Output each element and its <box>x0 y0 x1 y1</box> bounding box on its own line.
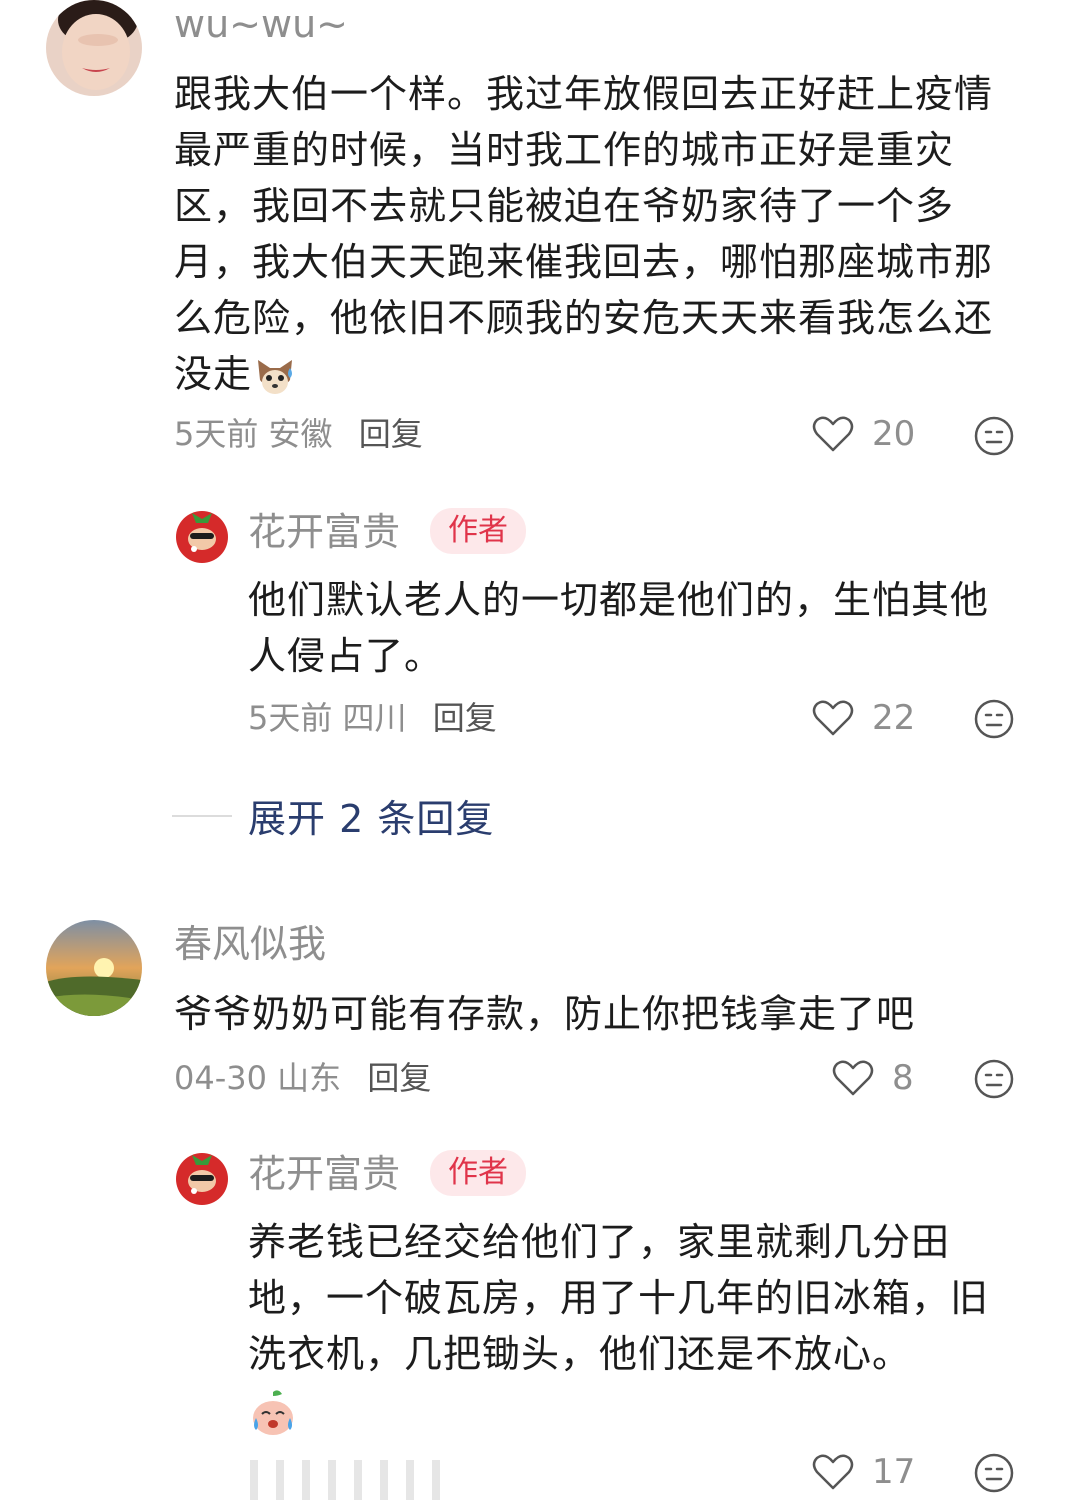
author-badge: 作者 <box>430 508 526 554</box>
emoji-face-icon[interactable] <box>973 415 1015 457</box>
reply-text: 养老钱已经交给他们了，家里就剩几分田地，一个破瓦房，用了十几年的旧冰箱，旧洗衣机… <box>248 1214 1018 1438</box>
expand-replies-button[interactable]: 展开 2 条回复 <box>172 788 494 843</box>
reply-button[interactable]: 回复 <box>433 699 497 737</box>
emoji-face-icon[interactable] <box>973 1452 1015 1494</box>
like-count: 22 <box>872 698 916 738</box>
reply-time: 5天前 <box>248 699 333 737</box>
emoji-face-icon[interactable] <box>973 1058 1015 1100</box>
comment-time: 5天前 <box>174 415 259 453</box>
comment-time: 04-30 <box>174 1059 267 1097</box>
strawberry-avatar-image <box>172 1147 232 1207</box>
emoji-face-icon[interactable] <box>973 698 1015 740</box>
reply-button[interactable]: 回复 <box>359 415 423 453</box>
reply-text-content: 养老钱已经交给他们了，家里就剩几分田地，一个破瓦房，用了十几年的旧冰箱，旧洗衣机… <box>248 1220 990 1376</box>
username[interactable]: 春风似我 <box>174 922 326 966</box>
author-username[interactable]: 花开富贵 <box>248 1152 400 1196</box>
comment-location: 山东 <box>277 1059 342 1097</box>
comment-meta: 04-30 山东 回复 <box>174 1058 431 1098</box>
user-avatar-image <box>46 0 142 96</box>
like-count: 17 <box>872 1452 916 1492</box>
reply-text: 他们默认老人的一切都是他们的，生怕其他人侵占了。 <box>248 578 990 678</box>
comment-location: 安徽 <box>268 415 333 453</box>
crying-peach-emoji-icon <box>248 1388 298 1438</box>
avatar[interactable] <box>46 920 142 1016</box>
divider-line <box>172 814 232 817</box>
username[interactable]: wu~wu~ <box>174 2 348 46</box>
expand-replies-label: 展开 2 条回复 <box>248 797 495 841</box>
like-button[interactable]: 8 <box>832 1058 914 1098</box>
reply-meta: 5天前 四川 回复 <box>248 698 497 738</box>
sunset-avatar-image <box>46 920 142 1016</box>
like-button[interactable]: 17 <box>812 1452 915 1492</box>
heart-outline-icon <box>832 1060 874 1096</box>
comment-meta: 5天前 安徽 回复 <box>174 414 423 454</box>
comment-text: 爷爷奶奶可能有存款，防止你把钱拿走了吧 <box>174 992 916 1036</box>
partial-meta-placeholder <box>250 1460 440 1500</box>
heart-outline-icon <box>812 1454 854 1490</box>
chihuahua-sweat-emoji-icon <box>252 354 298 400</box>
author-avatar[interactable] <box>172 1147 232 1207</box>
reply-location: 四川 <box>342 699 407 737</box>
author-badge: 作者 <box>430 1150 526 1196</box>
reply-button[interactable]: 回复 <box>367 1059 431 1097</box>
author-avatar[interactable] <box>172 505 232 565</box>
strawberry-avatar-image <box>172 505 232 565</box>
author-username[interactable]: 花开富贵 <box>248 510 400 554</box>
comment-text-content: 跟我大伯一个样。我过年放假回去正好赶上疫情最严重的时候，当时我工作的城市正好是重… <box>174 72 994 396</box>
heart-outline-icon <box>812 416 854 452</box>
like-count: 20 <box>872 414 916 454</box>
like-button[interactable]: 22 <box>812 698 915 738</box>
like-count: 8 <box>892 1058 914 1098</box>
comment-text: 跟我大伯一个样。我过年放假回去正好赶上疫情最严重的时候，当时我工作的城市正好是重… <box>174 66 1024 402</box>
heart-outline-icon <box>812 700 854 736</box>
like-button[interactable]: 20 <box>812 414 915 454</box>
avatar[interactable] <box>46 0 142 96</box>
